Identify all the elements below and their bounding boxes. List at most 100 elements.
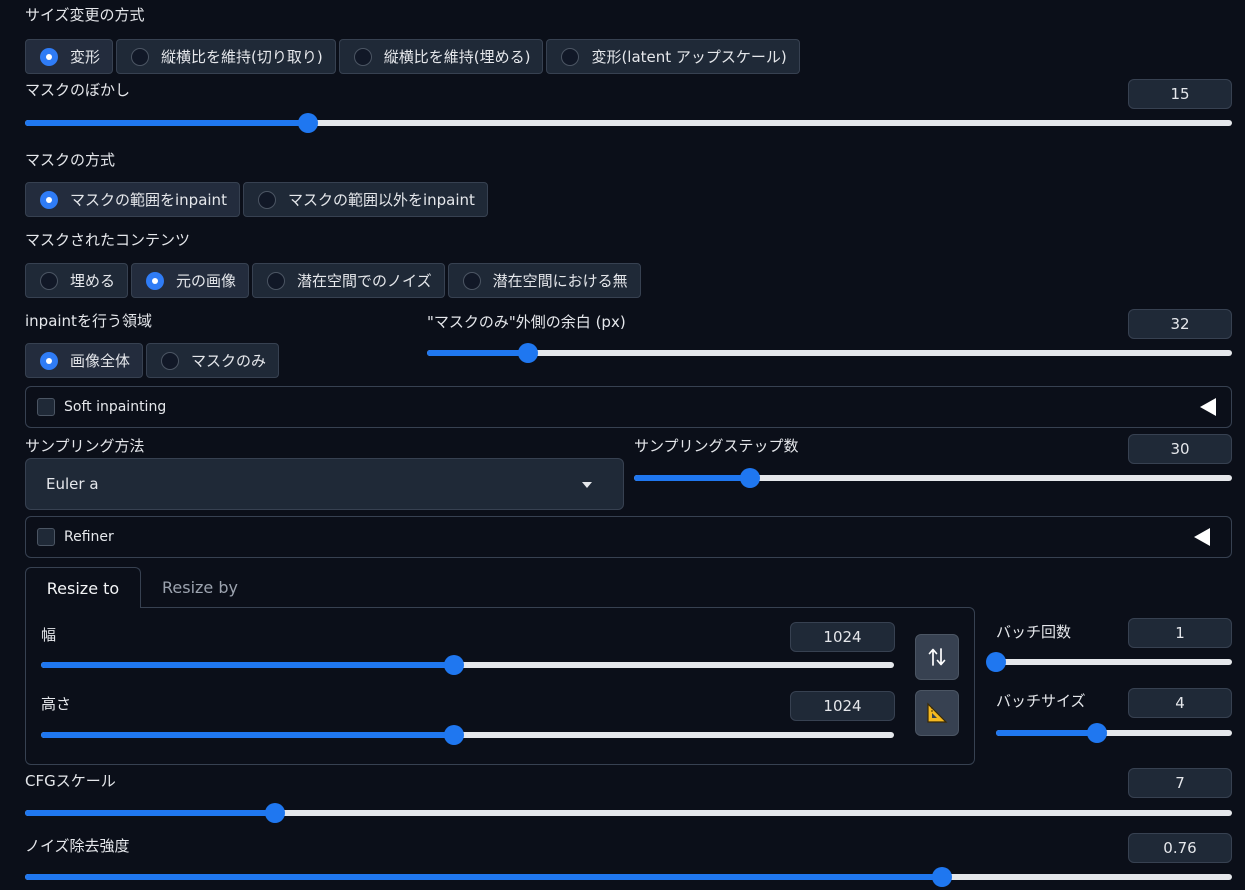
slider-thumb[interactable] xyxy=(986,652,1006,672)
triangle-left-icon[interactable] xyxy=(1194,528,1210,546)
mask-blur-number-input[interactable]: 15 xyxy=(1128,79,1232,109)
resize-mode-option[interactable]: 変形 xyxy=(25,39,114,74)
sampling-method-dropdown[interactable]: Euler a xyxy=(25,458,624,510)
resize-mode-radio-group: 変形 縦横比を維持(切り取り) 縦横比を維持(埋める) 変形(latent アップスケ… xyxy=(25,39,800,74)
slider-thumb[interactable] xyxy=(932,867,953,887)
masked-content-option[interactable]: 潜在空間における無 xyxy=(447,263,641,298)
inpaint-area-label: inpaintを行う領域 xyxy=(25,312,152,330)
radio-circle-icon xyxy=(40,271,58,290)
masked-content-option[interactable]: 潜在空間でのノイズ xyxy=(252,263,445,298)
mask-mode-label: マスクの方式 xyxy=(25,151,116,169)
resize-mode-option-label: 変形 xyxy=(70,48,101,66)
masked-content-option[interactable]: 元の画像 xyxy=(131,263,250,298)
denoising-strength-slider[interactable] xyxy=(25,867,1232,887)
resize-mode-option[interactable]: 縦横比を維持(埋める) xyxy=(338,39,544,74)
resize-mode-option-label: 縦横比を維持(切り取り) xyxy=(161,48,323,66)
batch-count-number-input[interactable]: 1 xyxy=(1128,618,1232,648)
inpaint-area-option[interactable]: 画像全体 xyxy=(25,343,144,378)
soft-inpainting-accordion[interactable]: Soft inpainting xyxy=(25,386,1232,428)
height-slider[interactable] xyxy=(41,725,894,745)
refiner-accordion[interactable]: Refiner xyxy=(25,516,1232,558)
only-masked-padding-number-input[interactable]: 32 xyxy=(1128,309,1232,339)
radio-circle-icon xyxy=(161,351,180,370)
masked-content-radio-group: 埋める 元の画像 潜在空間でのノイズ 潜在空間における無 xyxy=(25,263,641,298)
slider-track[interactable] xyxy=(996,659,1232,665)
sampling-steps-number-input[interactable]: 30 xyxy=(1128,434,1232,464)
width-slider[interactable] xyxy=(41,655,894,675)
sampling-steps-slider[interactable] xyxy=(634,468,1232,488)
inpaint-area-option[interactable]: マスクのみ xyxy=(146,343,280,378)
radio-circle-icon xyxy=(353,47,372,66)
radio-circle-icon xyxy=(40,190,58,209)
aspect-ratio-button[interactable] xyxy=(915,690,959,736)
cfg-scale-slider[interactable] xyxy=(25,803,1232,823)
aspect-ratio-ruler-icon xyxy=(927,702,948,723)
batch-size-number-input[interactable]: 4 xyxy=(1128,688,1232,718)
width-number-input[interactable]: 1024 xyxy=(790,622,895,652)
slider-fill xyxy=(41,662,454,668)
radio-circle-icon xyxy=(561,47,580,66)
slider-fill xyxy=(996,730,1098,736)
inpaint-area-option-label: マスクのみ xyxy=(191,352,267,370)
only-masked-padding-slider[interactable] xyxy=(427,343,1232,363)
batch-count-slider[interactable] xyxy=(986,652,1232,672)
slider-thumb[interactable] xyxy=(740,468,761,488)
radio-circle-icon xyxy=(40,47,58,66)
inpaint-area-radio-group: 画像全体 マスクのみ xyxy=(25,343,280,378)
cfg-scale-label: CFGスケール xyxy=(25,772,116,790)
radio-circle-icon xyxy=(40,351,58,370)
sampling-steps-label: サンプリングステップ数 xyxy=(634,437,799,455)
batch-count-label: バッチ回数 xyxy=(996,623,1072,641)
soft-inpainting-label: Soft inpainting xyxy=(64,399,167,415)
radio-circle-icon xyxy=(462,271,481,290)
slider-thumb[interactable] xyxy=(297,113,318,133)
tab-resize-by[interactable]: Resize by xyxy=(162,578,238,597)
masked-content-label: マスクされたコンテンツ xyxy=(25,231,191,249)
mask-mode-radio-group: マスクの範囲をinpaint マスクの範囲以外をinpaint xyxy=(25,182,488,217)
mask-mode-option-label: マスクの範囲以外をinpaint xyxy=(287,191,475,209)
mask-mode-option[interactable]: マスクの範囲をinpaint xyxy=(25,182,240,217)
inpaint-area-option-label: 画像全体 xyxy=(70,352,131,370)
slider-thumb[interactable] xyxy=(1087,723,1108,743)
only-masked-padding-label: "マスクのみ"外側の余白 (px) xyxy=(427,313,626,331)
mask-mode-option[interactable]: マスクの範囲以外をinpaint xyxy=(242,182,488,217)
slider-thumb[interactable] xyxy=(443,655,464,675)
masked-content-option-label: 埋める xyxy=(70,272,116,290)
resize-mode-option[interactable]: 縦横比を維持(切り取り) xyxy=(116,39,336,74)
resize-mode-option[interactable]: 変形(latent アップスケール) xyxy=(546,39,800,74)
slider-track[interactable] xyxy=(427,350,1232,356)
height-label: 高さ xyxy=(41,695,72,713)
slider-thumb[interactable] xyxy=(264,803,285,823)
tab-resize-to[interactable]: Resize to xyxy=(25,567,141,608)
resize-mode-option-label: 縦横比を維持(埋める) xyxy=(383,48,531,66)
swap-dimensions-icon xyxy=(928,648,946,666)
masked-content-option-label: 潜在空間でのノイズ xyxy=(297,272,432,290)
height-number-input[interactable]: 1024 xyxy=(790,691,895,721)
slider-fill xyxy=(25,874,943,880)
caret-down-icon xyxy=(582,482,592,488)
cfg-scale-number-input[interactable]: 7 xyxy=(1128,768,1232,798)
triangle-left-icon[interactable] xyxy=(1200,398,1216,416)
slider-fill xyxy=(634,475,751,481)
batch-size-slider[interactable] xyxy=(996,723,1232,743)
mask-blur-slider[interactable] xyxy=(25,113,1232,133)
denoising-strength-label: ノイズ除去強度 xyxy=(25,837,130,855)
slider-thumb[interactable] xyxy=(517,343,538,363)
soft-inpainting-checkbox[interactable] xyxy=(37,398,55,416)
masked-content-option-label: 元の画像 xyxy=(176,272,237,290)
slider-fill xyxy=(25,120,308,126)
sampling-method-label: サンプリング方法 xyxy=(25,437,145,455)
refiner-checkbox[interactable] xyxy=(37,528,55,546)
denoising-strength-number-input[interactable]: 0.76 xyxy=(1128,833,1232,863)
mask-blur-label: マスクのぼかし xyxy=(25,81,131,99)
masked-content-option[interactable]: 埋める xyxy=(25,263,129,298)
swap-dimensions-button[interactable] xyxy=(915,634,959,680)
masked-content-option-label: 潜在空間における無 xyxy=(492,272,628,290)
slider-thumb[interactable] xyxy=(443,725,464,745)
width-label: 幅 xyxy=(41,626,57,644)
radio-circle-icon xyxy=(257,190,276,209)
resize-mode-option-label: 変形(latent アップスケール) xyxy=(591,48,787,66)
sampling-method-value: Euler a xyxy=(46,475,99,493)
slider-fill xyxy=(25,810,275,816)
slider-fill xyxy=(427,350,528,356)
